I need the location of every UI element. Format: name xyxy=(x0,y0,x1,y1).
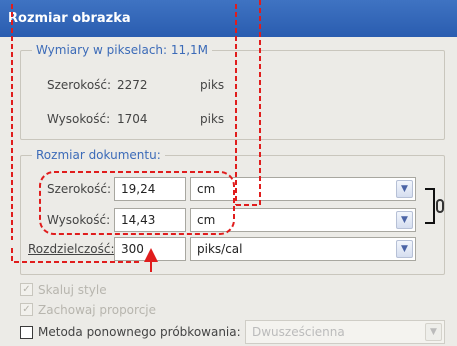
resample-label: Metoda ponownego próbkowania: xyxy=(38,325,241,339)
pixel-dimensions-group xyxy=(20,50,445,140)
chain-link-icon xyxy=(436,199,444,213)
resolution-unit-value: piks/cal xyxy=(197,242,243,256)
resample-method-value: Dwusześcienna xyxy=(252,325,345,339)
doc-height-input[interactable]: 14,43 xyxy=(114,208,186,232)
pixel-height-label: Wysokość: xyxy=(47,112,111,126)
resolution-label: Rozdzielczość: xyxy=(28,242,115,256)
doc-width-label: Szerokość: xyxy=(47,182,112,196)
document-size-legend: Rozmiar dokumentu: xyxy=(32,148,165,162)
pixel-width-value: 2272 xyxy=(117,78,148,92)
doc-width-unit-value: cm xyxy=(197,182,216,196)
resolution-input[interactable]: 300 xyxy=(114,237,186,261)
pixel-width-label: Szerokość: xyxy=(47,78,112,92)
scale-styles-checkbox[interactable]: ✓ xyxy=(20,283,33,296)
doc-height-unit-value: cm xyxy=(197,213,216,227)
pixel-height-value: 1704 xyxy=(117,112,148,126)
pixel-height-unit: piks xyxy=(200,112,225,126)
window-title: Rozmiar obrazka xyxy=(8,11,131,26)
resolution-unit-select[interactable]: piks/cal ▼ xyxy=(190,237,416,261)
doc-width-unit-select[interactable]: cm ▼ xyxy=(190,177,416,201)
resample-checkbox[interactable] xyxy=(20,326,33,339)
doc-height-label: Wysokość: xyxy=(47,213,111,227)
chevron-down-icon[interactable]: ▼ xyxy=(396,180,413,198)
scale-styles-label: Skaluj style xyxy=(38,283,107,297)
constrain-proportions-label: Zachowaj proporcje xyxy=(38,303,157,317)
constrain-proportions-checkbox[interactable]: ✓ xyxy=(20,303,33,316)
doc-width-input[interactable]: 19,24 xyxy=(114,177,186,201)
pixel-width-unit: piks xyxy=(200,78,225,92)
window-title-bar: Rozmiar obrazka xyxy=(0,0,457,37)
chevron-down-icon[interactable]: ▼ xyxy=(425,323,442,341)
pixel-dimensions-legend: Wymiary w pikselach: 11,1M xyxy=(32,43,212,57)
chevron-down-icon[interactable]: ▼ xyxy=(396,240,413,258)
pixel-size-value: 11,1M xyxy=(170,43,208,57)
proportion-link-bracket xyxy=(425,188,435,224)
resample-method-select[interactable]: Dwusześcienna ▼ xyxy=(245,320,445,344)
chevron-down-icon[interactable]: ▼ xyxy=(396,211,413,229)
doc-height-unit-select[interactable]: cm ▼ xyxy=(190,208,416,232)
